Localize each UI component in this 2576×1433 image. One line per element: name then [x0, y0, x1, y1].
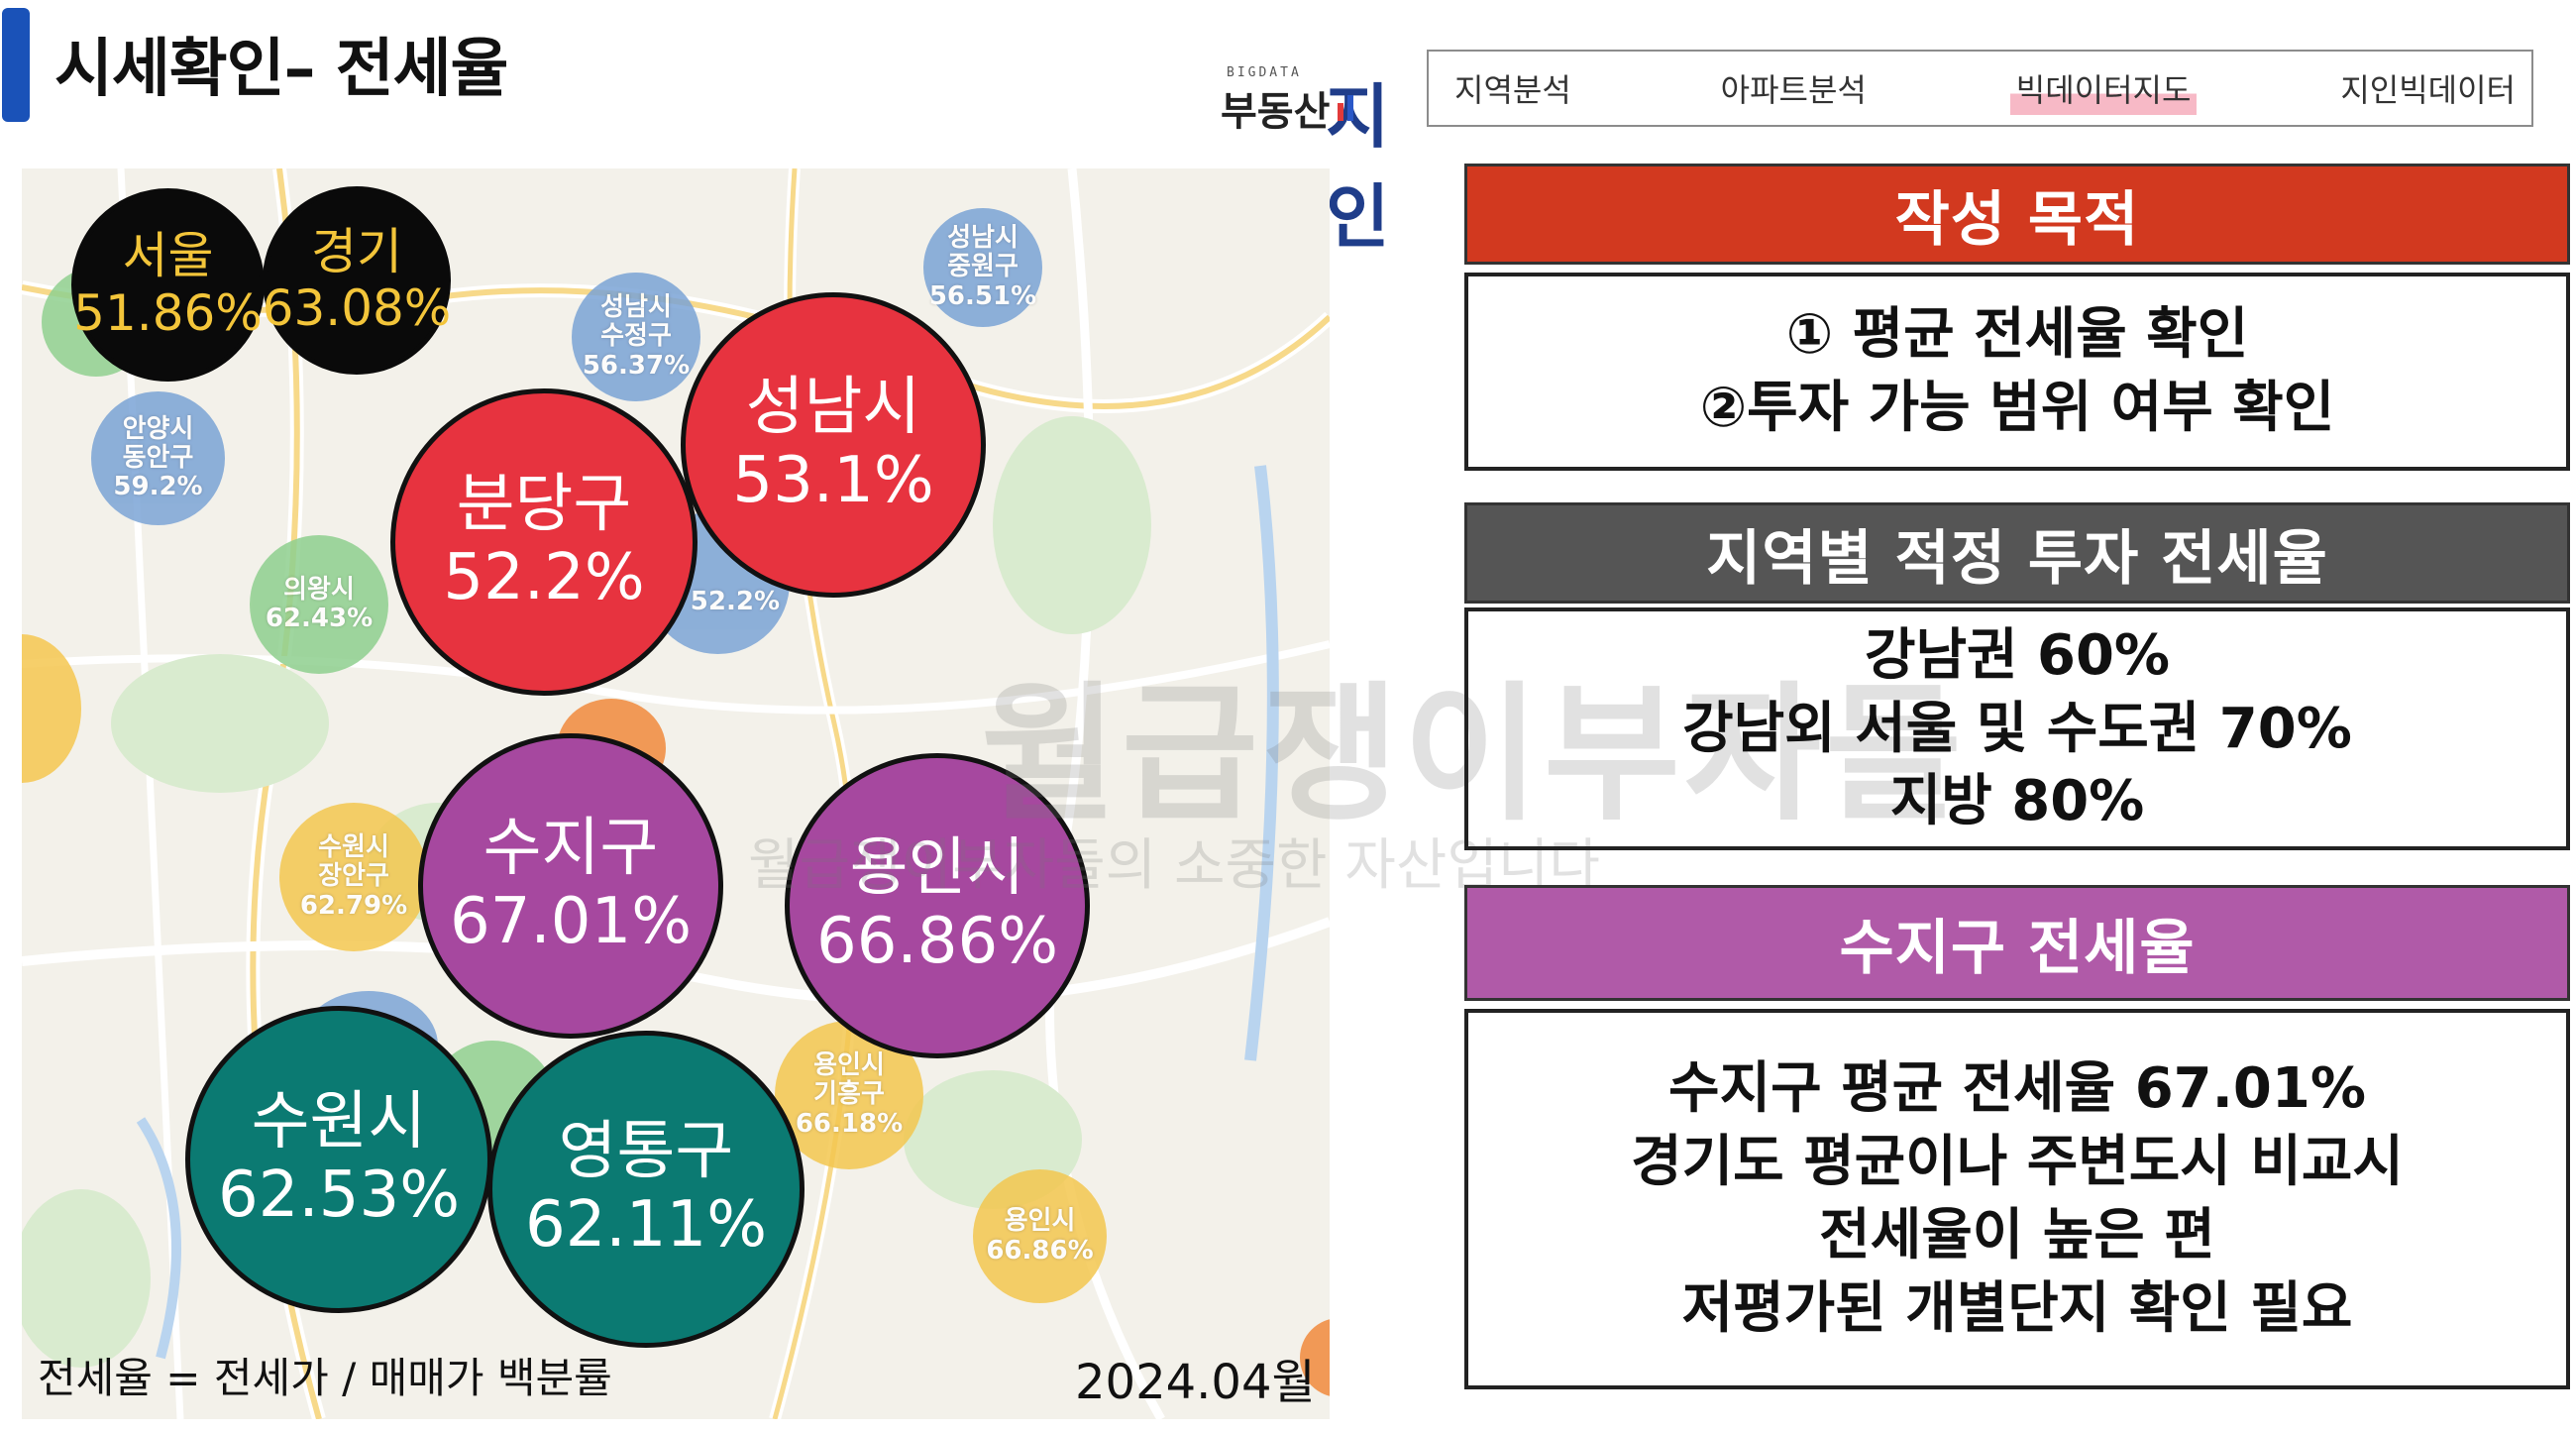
logo-brand-text: 지인 — [1326, 76, 1390, 258]
bubble-value: 63.08% — [262, 279, 452, 337]
bubble-value: 67.01% — [449, 885, 693, 958]
suji-ratio-box: 수지구 평균 전세율 67.01% 경기도 평균이나 주변도시 비교시 전세율이… — [1464, 1009, 2570, 1389]
suji-ratio-header: 수지구 전세율 — [1464, 885, 2570, 1001]
pin-name: 용인시 — [1004, 1206, 1076, 1237]
bubble-name: 경기 — [311, 222, 402, 280]
bubble-suwon[interactable]: 수원시 62.53% — [185, 1006, 492, 1313]
map-pin-anyang-dongan[interactable]: 안양시 동안구 59.2% — [91, 391, 225, 525]
suji-line: 전세율이 높은 편 — [1819, 1203, 2215, 1268]
nav-item-apartment-analysis[interactable]: 아파트분석 — [1715, 61, 1873, 115]
bubble-gyeonggi[interactable]: 경기 63.08% — [263, 186, 451, 375]
bubble-value: 51.86% — [73, 283, 263, 342]
title-accent-bar — [2, 8, 30, 122]
suji-line: 경기도 평균이나 주변도시 비교시 — [1631, 1130, 2404, 1195]
bubble-name: 수원시 — [251, 1085, 427, 1159]
purpose-header: 작성 목적 — [1464, 164, 2570, 265]
map-pin-suwon-jangan[interactable]: 수원시 장안구 62.79% — [279, 803, 428, 951]
map-pin-seongnam-sujeong[interactable]: 성남시 수정구 56.37% — [572, 273, 700, 401]
bubble-value: 52.2% — [443, 541, 645, 614]
purpose-line: ②투자 가능 범위 여부 확인 — [1699, 376, 2335, 440]
pin-value: 56.37% — [582, 350, 691, 381]
pin-value: 62.43% — [265, 604, 374, 633]
bubble-suji[interactable]: 수지구 67.01% — [418, 733, 723, 1039]
investment-line: 강남외 서울 및 수도권 70% — [1682, 696, 2352, 761]
pin-name: 용인시 기흥구 — [813, 1050, 885, 1110]
map-formula-caption: 전세율 = 전세가 / 매매가 백분률 — [38, 1354, 612, 1402]
top-navigation: 지역분석 아파트분석 빅데이터지도 지인빅데이터 — [1427, 50, 2533, 127]
bigdata-jiin-logo[interactable]: BIGDATA 부동산 지인 — [1221, 57, 1419, 258]
pin-name: 의왕시 — [283, 574, 355, 605]
investment-line: 강남권 60% — [1864, 622, 2171, 688]
bubble-name: 서울 — [122, 227, 214, 284]
investment-ratio-box: 강남권 60% 강남외 서울 및 수도권 70% 지방 80% — [1464, 607, 2570, 850]
pin-value: 62.79% — [299, 890, 408, 921]
logo-small-text: BIGDATA — [1227, 65, 1302, 80]
purpose-box: ① 평균 전세율 확인 ②투자 가능 범위 여부 확인 — [1464, 273, 2570, 471]
suji-line: 저평가된 개별단지 확인 필요 — [1681, 1275, 2353, 1341]
pin-name: 성남시 수정구 — [600, 292, 672, 352]
bubble-value: 62.11% — [524, 1188, 768, 1262]
pin-name: 성남시 중원구 — [947, 223, 1019, 282]
investment-line: 지방 80% — [1889, 769, 2145, 834]
map-pin-yongin[interactable]: 용인시 66.86% — [973, 1169, 1107, 1303]
map-pin-seongnam-jungwon[interactable]: 성남시 중원구 56.51% — [923, 208, 1042, 327]
investment-ratio-header: 지역별 적정 투자 전세율 — [1464, 502, 2570, 604]
nav-item-jiin-bigdata[interactable]: 지인빅데이터 — [2334, 61, 2522, 115]
logo-bar-icon — [1347, 95, 1353, 121]
map-pin-uiwang[interactable]: 의왕시 62.43% — [250, 535, 388, 674]
nav-item-region-analysis[interactable]: 지역분석 — [1449, 61, 1577, 115]
bubble-bundang[interactable]: 분당구 52.2% — [390, 388, 698, 696]
bubble-yeongtong[interactable]: 영통구 62.11% — [487, 1031, 805, 1348]
pin-name: 안양시 동안구 — [122, 413, 194, 473]
pin-value: 59.2% — [113, 472, 203, 502]
purpose-line: ① 평균 전세율 확인 — [1785, 302, 2249, 368]
bubble-value: 66.86% — [815, 905, 1059, 978]
logo-main-text: 부동산 — [1221, 89, 1331, 135]
nav-item-bigdata-map[interactable]: 빅데이터지도 — [2009, 61, 2198, 115]
pin-value: 56.51% — [928, 280, 1037, 311]
bubble-value: 53.1% — [732, 444, 934, 517]
bubble-value: 62.53% — [217, 1158, 461, 1232]
pin-name: 수원시 장안구 — [318, 832, 389, 892]
pin-value: 66.86% — [986, 1235, 1094, 1266]
bubble-seongnam[interactable]: 성남시 53.1% — [681, 292, 986, 598]
bubble-name: 수지구 — [483, 812, 659, 886]
suji-line: 수지구 평균 전세율 67.01% — [1668, 1056, 2366, 1122]
bubble-name: 분당구 — [456, 468, 632, 542]
map-date-caption: 2024.04월 — [1075, 1355, 1316, 1410]
page-title: 시세확인– 전세율 — [54, 33, 508, 106]
bubble-seoul[interactable]: 서울 51.86% — [71, 188, 265, 382]
pin-value: 66.18% — [795, 1108, 904, 1139]
logo-bar-icon — [1338, 103, 1343, 121]
bubble-name: 영통구 — [558, 1115, 734, 1189]
bubble-name: 성남시 — [745, 371, 921, 445]
pin-value: 52.2% — [690, 586, 780, 616]
